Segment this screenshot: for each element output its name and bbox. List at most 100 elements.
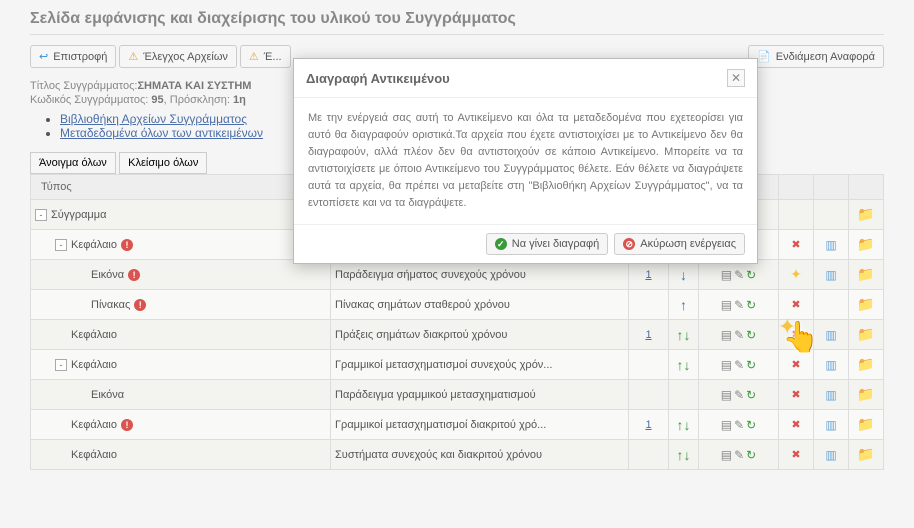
- properties-icon[interactable]: ▥: [825, 328, 836, 342]
- folder-icon[interactable]: 📁: [857, 446, 874, 462]
- list-icon[interactable]: ▤: [721, 298, 732, 312]
- list-icon[interactable]: ▤: [721, 358, 732, 372]
- edit-icon[interactable]: ✎: [734, 298, 744, 312]
- actions-cell: ▤✎↻: [699, 290, 779, 320]
- folder-icon[interactable]: 📁: [857, 356, 874, 372]
- refresh-icon[interactable]: ↻: [746, 418, 756, 432]
- modal-body: Με την ενέργειά σας αυτή το Αντικείμενο …: [294, 98, 757, 224]
- properties-icon[interactable]: ▥: [825, 418, 836, 432]
- refresh-icon[interactable]: ↻: [746, 388, 756, 402]
- edit-icon[interactable]: ✎: [734, 268, 744, 282]
- move-cell[interactable]: [669, 380, 699, 410]
- delete-icon[interactable]: ✖: [791, 239, 800, 251]
- close-icon: ✕: [731, 71, 741, 85]
- arrow-up-icon: ↑: [677, 417, 684, 433]
- edit-icon[interactable]: ✎: [734, 388, 744, 402]
- properties-icon[interactable]: ▥: [825, 358, 836, 372]
- table-row: ΚεφάλαιοΠράξεις σημάτων διακριτού χρόνου…: [31, 320, 884, 350]
- delete-icon[interactable]: ✖: [791, 389, 800, 401]
- list-icon[interactable]: ▤: [721, 328, 732, 342]
- warning-badge: !: [128, 269, 140, 281]
- back-label: Επιστροφή: [53, 51, 107, 63]
- folder-icon[interactable]: 📁: [857, 326, 874, 342]
- row-type: Κεφάλαιο: [71, 449, 117, 461]
- move-cell[interactable]: ↑↓: [669, 350, 699, 380]
- delete-icon[interactable]: ✖: [791, 449, 800, 461]
- delete-active-icon[interactable]: ✦: [790, 266, 802, 282]
- arrow-up-icon: ↑: [677, 357, 684, 373]
- list-icon[interactable]: ▤: [721, 448, 732, 462]
- edit-icon[interactable]: ✎: [734, 448, 744, 462]
- table-row: Εικόνα Παράδειγμα γραμμικού μετασχηματισμ…: [31, 380, 884, 410]
- col-edit-header: [814, 175, 849, 200]
- check-partial-label: Έ...: [264, 51, 282, 63]
- properties-icon[interactable]: ▥: [825, 448, 836, 462]
- row-text: Παράδειγμα γραμμικού μετασχηματισμού: [331, 380, 629, 410]
- check-files-label: Έλεγχος Αρχείων: [143, 51, 228, 63]
- folder-icon[interactable]: 📁: [857, 296, 874, 312]
- move-cell[interactable]: ↑: [669, 290, 699, 320]
- folder-icon[interactable]: 📁: [857, 266, 874, 282]
- tree-toggle[interactable]: -: [35, 209, 47, 221]
- actions-cell: ▤✎↻: [699, 410, 779, 440]
- arrow-up-icon: ↑: [677, 447, 684, 463]
- refresh-icon[interactable]: ↻: [746, 298, 756, 312]
- list-icon[interactable]: ▤: [721, 418, 732, 432]
- refresh-icon[interactable]: ↻: [746, 448, 756, 462]
- row-type: Εικόνα: [91, 389, 124, 401]
- folder-icon[interactable]: 📁: [857, 236, 874, 252]
- confirm-delete-button[interactable]: ✓ Να γίνει διαγραφή: [486, 233, 609, 255]
- confirm-label: Να γίνει διαγραφή: [512, 238, 600, 250]
- table-row: Κεφάλαιο!Γραμμικοί μετασχηματισμοί διακρ…: [31, 410, 884, 440]
- metadata-link[interactable]: Μεταδεδομένα όλων των αντικειμένων: [60, 126, 263, 140]
- delete-icon[interactable]: ✖: [791, 419, 800, 431]
- move-cell[interactable]: ↑↓: [669, 440, 699, 470]
- refresh-icon[interactable]: ↻: [746, 328, 756, 342]
- cancel-delete-button[interactable]: ⊘ Ακύρωση ενέργειας: [614, 233, 745, 255]
- check-files-button[interactable]: ⚠ Έλεγχος Αρχείων: [119, 45, 237, 68]
- delete-icon[interactable]: ✖: [791, 329, 800, 341]
- book-code-label: Κωδικός Συγγράμματος:: [30, 94, 148, 106]
- col-type-header: Τύπος: [31, 175, 331, 200]
- table-row: -Κεφάλαιο Γραμμικοί μετασχηματισμοί συνεχ…: [31, 350, 884, 380]
- list-icon[interactable]: ▤: [721, 388, 732, 402]
- edit-icon[interactable]: ✎: [734, 328, 744, 342]
- count-link[interactable]: 1: [645, 269, 651, 281]
- move-cell[interactable]: ↑↓: [669, 410, 699, 440]
- tree-toggle[interactable]: -: [55, 359, 67, 371]
- modal-title: Διαγραφή Αντικειμένου: [306, 71, 450, 86]
- count-link[interactable]: 1: [645, 329, 651, 341]
- properties-icon[interactable]: ▥: [825, 238, 836, 252]
- edit-icon[interactable]: ✎: [734, 418, 744, 432]
- report-button[interactable]: 📄 Ενδιάμεση Αναφορά: [748, 45, 884, 68]
- folder-icon[interactable]: 📁: [857, 416, 874, 432]
- open-all-button[interactable]: Άνοιγμα όλων: [30, 152, 116, 174]
- row-type: Κεφάλαιο: [71, 239, 117, 251]
- refresh-icon[interactable]: ↻: [746, 358, 756, 372]
- row-text: Πράξεις σημάτων διακριτού χρόνου: [331, 320, 629, 350]
- properties-icon[interactable]: ▥: [825, 388, 836, 402]
- warning-badge: !: [121, 239, 133, 251]
- count-link[interactable]: 1: [645, 419, 651, 431]
- refresh-icon[interactable]: ↻: [746, 268, 756, 282]
- back-button[interactable]: ↩ Επιστροφή: [30, 45, 116, 68]
- delete-icon[interactable]: ✖: [791, 359, 800, 371]
- tree-toggle[interactable]: -: [55, 239, 67, 251]
- library-link[interactable]: Βιβλιοθήκη Αρχείων Συγγράμματος: [60, 112, 247, 126]
- cancel-icon: ⊘: [623, 238, 635, 250]
- call-label: Πρόσκληση:: [170, 94, 230, 106]
- properties-icon[interactable]: ▥: [825, 268, 836, 282]
- col-folder-header: [849, 175, 884, 200]
- folder-icon[interactable]: 📁: [857, 206, 874, 222]
- list-icon[interactable]: ▤: [721, 268, 732, 282]
- close-all-button[interactable]: Κλείσιμο όλων: [119, 152, 207, 174]
- arrow-down-icon: ↓: [680, 267, 687, 283]
- folder-icon[interactable]: 📁: [857, 386, 874, 402]
- row-text: Γραμμικοί μετασχηματισμοί συνεχούς χρόν.…: [331, 350, 629, 380]
- close-button[interactable]: ✕: [727, 69, 745, 87]
- row-type: Κεφάλαιο: [71, 359, 117, 371]
- delete-icon[interactable]: ✖: [791, 299, 800, 311]
- edit-icon[interactable]: ✎: [734, 358, 744, 372]
- move-cell[interactable]: ↑↓: [669, 320, 699, 350]
- check-partial-button[interactable]: ⚠ Έ...: [240, 45, 291, 68]
